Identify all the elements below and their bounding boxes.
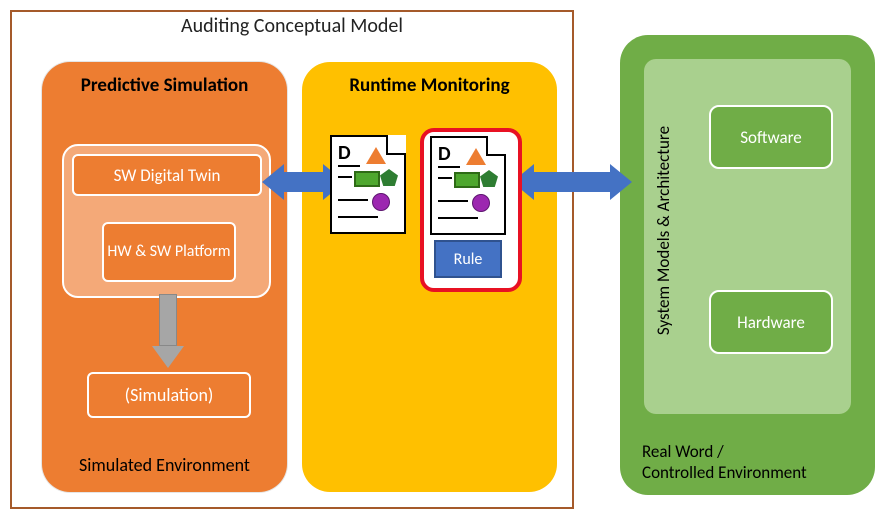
hw-sw-platform-box: HW & SW Platform (102, 222, 236, 282)
doc-letter: D (438, 142, 460, 168)
pentagon-icon (380, 169, 398, 186)
predictive-simulation-title: Predictive Simulation (42, 74, 287, 97)
document-icon: D (330, 135, 406, 234)
simulation-box: (Simulation) (87, 372, 251, 418)
triangle-icon (466, 148, 486, 165)
rectangle-icon (454, 172, 480, 188)
predictive-simulation-container: Predictive Simulation SW Digital Twin HW… (42, 62, 287, 492)
simulated-environment-label: Simulated Environment (42, 454, 287, 476)
triangle-icon (366, 147, 386, 164)
pentagon-icon (480, 170, 498, 187)
runtime-monitoring-title: Runtime Monitoring (302, 74, 557, 97)
rule-box: Rule (434, 240, 502, 278)
system-models-label: System Models & Architecture (654, 145, 674, 315)
biarrow-right-icon (512, 164, 632, 200)
diagram-canvas: Auditing Conceptual Model Predictive Sim… (0, 0, 886, 515)
hw-sw-platform-label: HW & SW Platform (107, 242, 230, 261)
rectangle-icon (354, 171, 380, 187)
real-world-container: System Models & Architecture Software Ha… (620, 35, 875, 495)
arrow-down-icon (152, 294, 184, 369)
sw-digital-twin-box: SW Digital Twin (72, 154, 262, 196)
software-box: Software (709, 105, 833, 169)
circle-icon (472, 194, 490, 212)
real-world-env-label: Real Word / Controlled Environment (642, 441, 807, 484)
acm-title: Auditing Conceptual Model (12, 14, 572, 38)
circle-icon (372, 193, 390, 211)
doc-letter: D (338, 141, 360, 167)
hardware-box: Hardware (709, 290, 833, 354)
document-icon: D (430, 136, 506, 235)
